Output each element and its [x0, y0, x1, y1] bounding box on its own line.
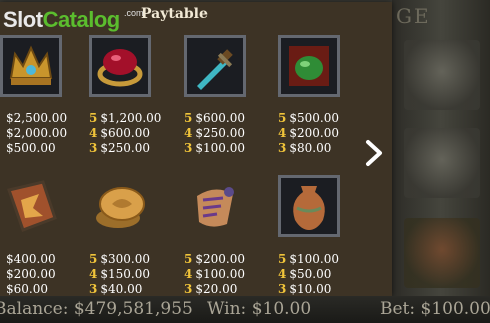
coins-symbol-icon: [89, 175, 151, 237]
win-display: Win: $10.00: [207, 299, 312, 319]
scroll-symbol-icon: [184, 175, 246, 237]
potion-symbol-icon: [278, 35, 340, 97]
paytable-entry: 5 $500.00 4 $200.00 3 $80.00: [278, 111, 339, 155]
paytable-panel: Paytable $2,500.00 $2,000.00 $500.00 5$: [0, 2, 392, 296]
paytable-entry: 5 $600.00 4 $250.00 3 $100.00: [184, 111, 245, 155]
chevron-right-icon: [366, 140, 382, 166]
ring-symbol-icon: [89, 35, 151, 97]
next-page-button[interactable]: [362, 138, 386, 168]
bet-display: Bet: $100.00: [380, 299, 490, 319]
paytable-entry: 5 $1,200.00 4 $600.00 3 $250.00: [89, 111, 162, 155]
reel-symbol: [404, 128, 480, 198]
crown-symbol-icon: [0, 35, 62, 97]
paytable-entry: 5 $100.00 4 $50.00 3 $10.00: [278, 252, 339, 296]
game-title-fragment: GE: [396, 4, 431, 28]
reel-symbol: [404, 40, 480, 110]
balance-display: Balance: $479,581,955: [0, 299, 193, 319]
paytable-entry: $400.00 $200.00 $60.00: [6, 252, 56, 296]
paytable-title: Paytable: [141, 6, 208, 22]
reel-symbol: [404, 218, 480, 288]
watermark-suffix: .com: [124, 8, 144, 18]
shield-symbol-icon: [0, 175, 62, 237]
dagger-symbol-icon: [184, 35, 246, 97]
watermark-logo: SlotCatalog: [3, 7, 120, 32]
paytable-entry: $2,500.00 $2,000.00 $500.00: [6, 111, 68, 155]
vase-symbol-icon: [278, 175, 340, 237]
paytable-entry: 5 $200.00 4 $100.00 3 $20.00: [184, 252, 245, 296]
paytable-entry: 5 $300.00 4 $150.00 3 $40.00: [89, 252, 150, 296]
